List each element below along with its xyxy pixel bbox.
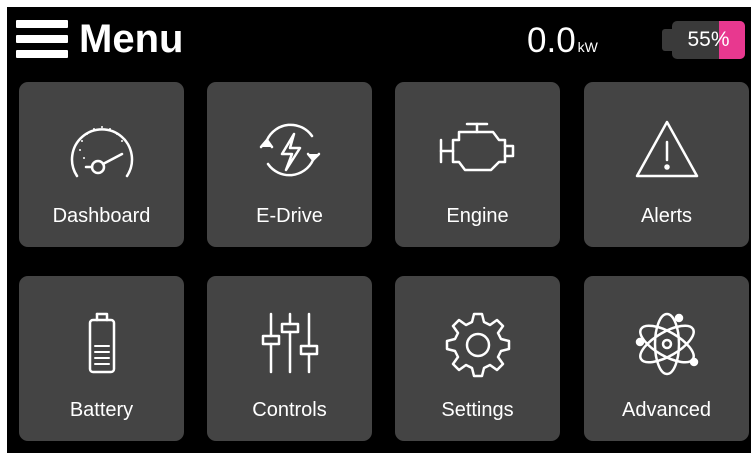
battery-gauge: 55%	[672, 21, 745, 59]
gear-icon	[395, 306, 560, 382]
tile-label: E-Drive	[256, 205, 323, 227]
controls-button[interactable]: Controls	[207, 276, 372, 441]
battery-percent-label: 55%	[672, 21, 745, 59]
tile-label: Advanced	[622, 399, 711, 421]
alerts-button[interactable]: Alerts	[584, 82, 749, 247]
power-value: 0.0	[527, 21, 576, 60]
battery-percent-value: 55	[687, 28, 711, 51]
page-title: Menu	[79, 17, 184, 61]
settings-button[interactable]: Settings	[395, 276, 560, 441]
engine-button[interactable]: Engine	[395, 82, 560, 247]
atom-icon	[584, 306, 749, 382]
tile-label: Alerts	[640, 205, 693, 227]
e-drive-icon	[207, 112, 372, 188]
engine-icon	[395, 112, 560, 188]
menu-screen: Menu 0.0 kW 55% Dashboard E-Drive Engine…	[7, 7, 751, 453]
power-readout: 0.0 kW	[527, 21, 598, 61]
advanced-button[interactable]: Advanced	[584, 276, 749, 441]
dashboard-button[interactable]: Dashboard	[19, 82, 184, 247]
tile-label: Settings	[441, 399, 514, 421]
header-bar: Menu 0.0 kW 55%	[7, 7, 751, 77]
warning-triangle-icon	[584, 112, 749, 188]
tile-label: Battery	[69, 399, 134, 421]
sliders-icon	[207, 306, 372, 382]
tile-label: Dashboard	[52, 205, 151, 227]
tile-label: Controls	[252, 399, 327, 421]
e-drive-button[interactable]: E-Drive	[207, 82, 372, 247]
tile-label: Engine	[446, 205, 509, 227]
power-unit: kW	[577, 39, 598, 55]
battery-icon	[19, 306, 184, 382]
battery-indicator: 55%	[662, 21, 745, 59]
hamburger-icon[interactable]	[16, 20, 68, 58]
battery-percent-symbol: %	[710, 28, 730, 51]
speedometer-icon	[19, 112, 184, 188]
battery-button[interactable]: Battery	[19, 276, 184, 441]
